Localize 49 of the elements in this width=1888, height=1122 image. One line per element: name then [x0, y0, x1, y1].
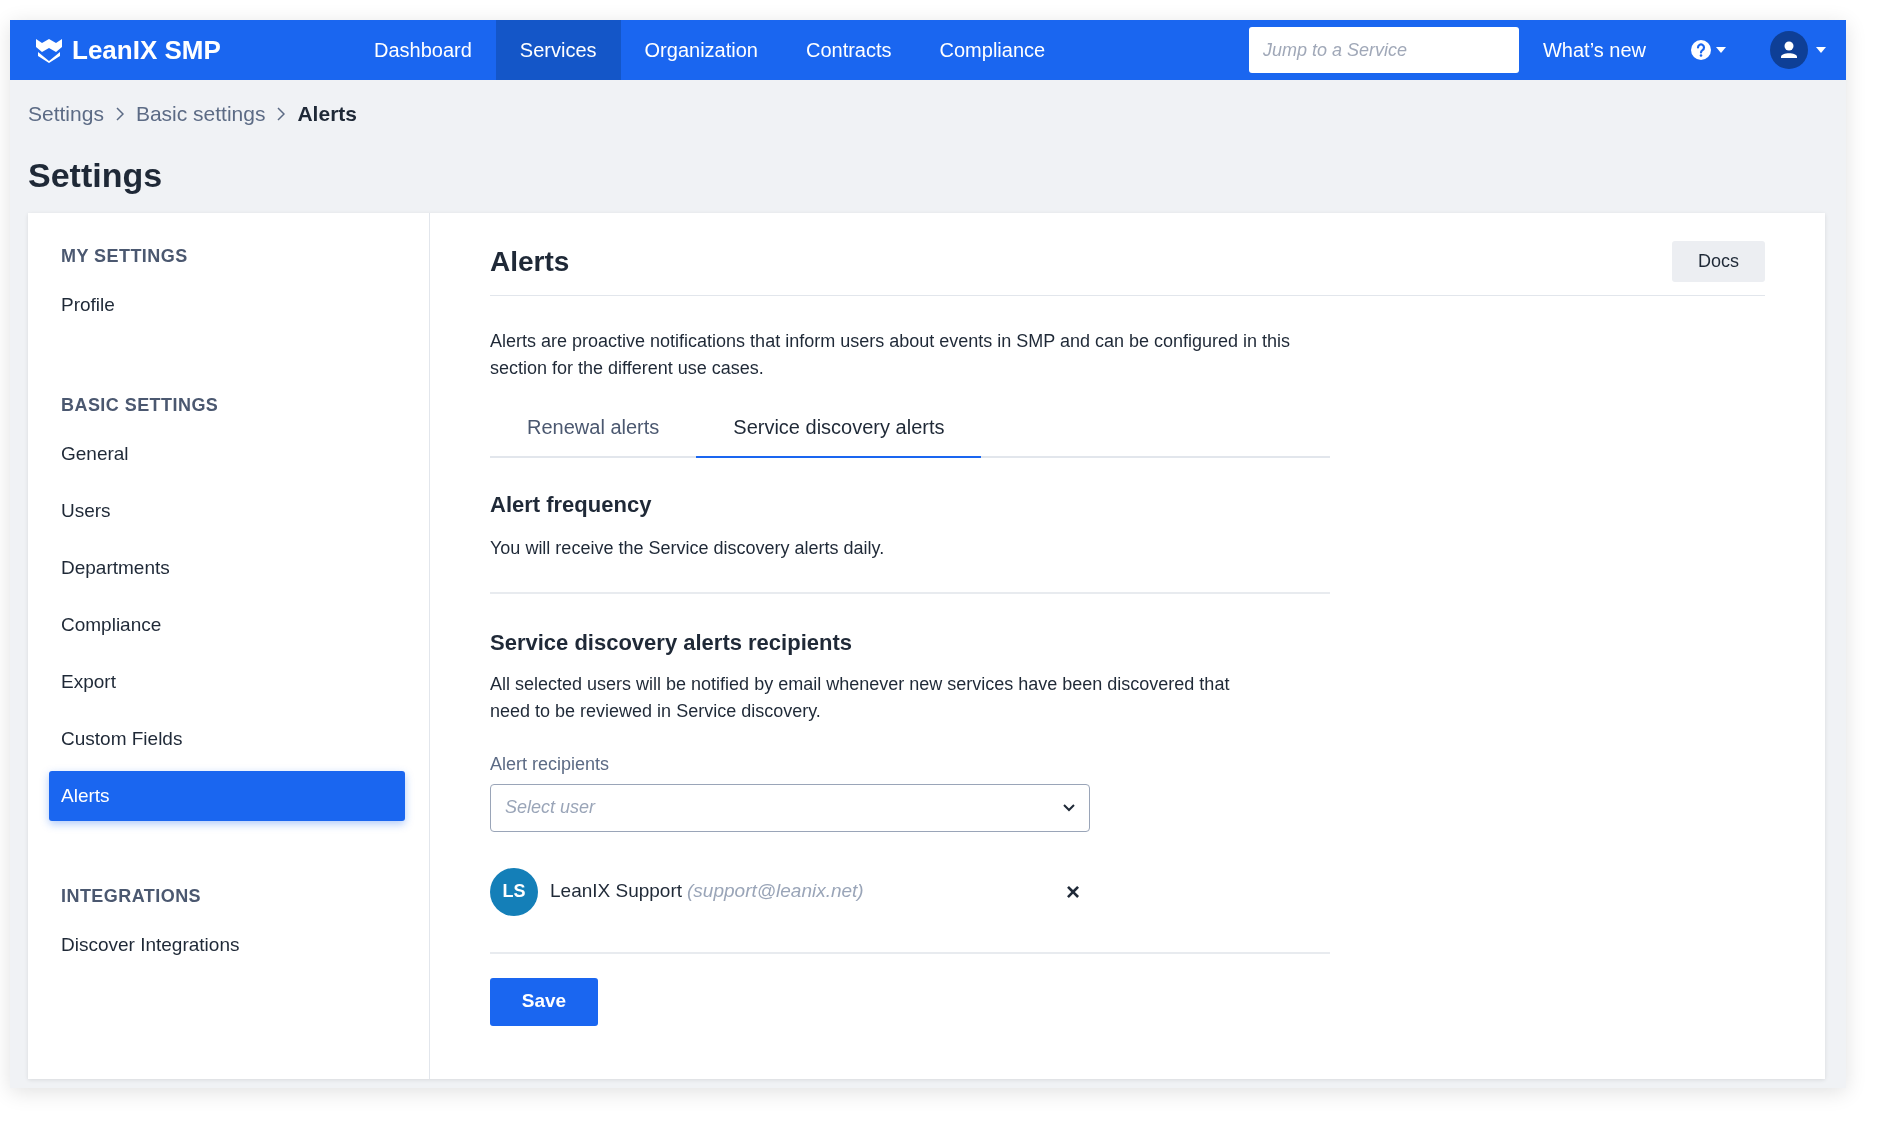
- sidebar-item[interactable]: General: [49, 428, 405, 479]
- sidebar-item[interactable]: Export: [49, 656, 405, 707]
- sidebar-item[interactable]: Discover Integrations: [49, 919, 405, 970]
- caret-icon: [1816, 47, 1826, 53]
- help-icon: [1690, 39, 1712, 61]
- chevron-down-icon: [1063, 803, 1075, 812]
- breadcrumb-link[interactable]: Basic settings: [135, 98, 266, 130]
- tab[interactable]: Service discovery alerts: [696, 411, 982, 458]
- user-avatar: LS: [490, 867, 538, 916]
- sidebar-item[interactable]: Alerts: [49, 770, 405, 821]
- logo-icon: [34, 37, 64, 63]
- help-menu-button[interactable]: [1690, 39, 1726, 61]
- user-email: (support@leanix.net): [687, 879, 864, 904]
- chevron-right-icon: [277, 106, 286, 121]
- breadcrumb-current: Alerts: [297, 101, 357, 127]
- docs-button[interactable]: Docs: [1672, 241, 1765, 282]
- nav-link[interactable]: Compliance: [915, 20, 1070, 80]
- breadcrumb-link[interactable]: Settings: [28, 98, 104, 130]
- chevron-right-icon: [115, 106, 124, 121]
- tab[interactable]: Renewal alerts: [490, 411, 697, 458]
- sidebar-item[interactable]: Profile: [49, 279, 405, 330]
- subsection-heading: Service discovery alerts recipients: [490, 628, 853, 657]
- section-title: Alerts: [490, 244, 570, 279]
- sidebar-item[interactable]: Users: [49, 485, 405, 536]
- subsection-heading: Alert frequency: [490, 490, 653, 519]
- nav-link[interactable]: Dashboard: [350, 20, 496, 80]
- sidebar-item[interactable]: Compliance: [49, 599, 405, 650]
- save-button[interactable]: Save: [490, 977, 598, 1026]
- search-field[interactable]: Jump to a Service: [1249, 27, 1519, 73]
- nav-link[interactable]: Contracts: [781, 20, 916, 80]
- sidebar-heading: INTEGRATIONS: [60, 884, 203, 908]
- nav-link[interactable]: Services: [495, 20, 621, 80]
- frequency-text: You will receive the Service discovery alerts daily.: [490, 536, 886, 560]
- sidebar-item[interactable]: Custom Fields: [49, 713, 405, 764]
- recipients-text: All selected users will be notified by email whenever new services have been discovered that need to be reviewed in Service discovery.: [490, 672, 1231, 723]
- user-avatar-icon: [1770, 31, 1808, 69]
- intro-text: Alerts are proactive notifications that inform users about events in SMP and can be configured in this section for the different use cases.: [490, 329, 1292, 380]
- brand-name: LeanIX SMP: [72, 33, 221, 67]
- user-menu-button[interactable]: [1770, 31, 1826, 69]
- user-name: LeanIX Support: [550, 879, 683, 904]
- sidebar-item[interactable]: Departments: [49, 542, 405, 593]
- sidebar-heading: MY SETTINGS: [60, 244, 189, 268]
- whats-new-link[interactable]: What’s new: [1543, 35, 1646, 65]
- nav-link[interactable]: Organization: [620, 20, 782, 80]
- remove-user-button[interactable]: ×: [1066, 879, 1080, 904]
- sidebar-heading: BASIC SETTINGS: [60, 393, 220, 417]
- page-title: Settings: [27, 154, 164, 196]
- field-label: Alert recipients: [490, 752, 611, 776]
- caret-icon: [1716, 47, 1726, 53]
